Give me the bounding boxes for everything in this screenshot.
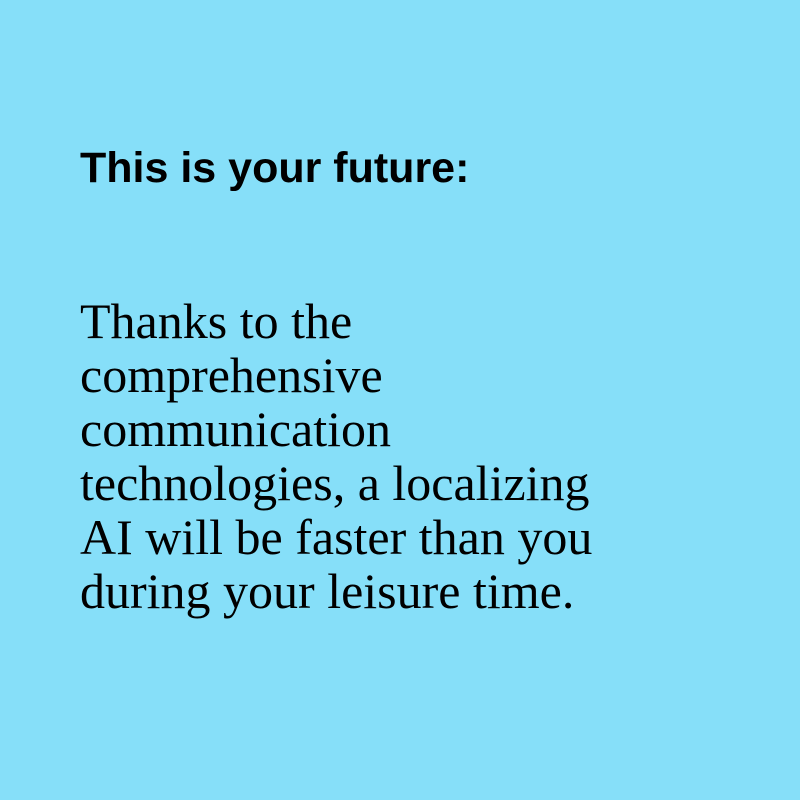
body-line: technologies, a localizing	[80, 455, 590, 511]
body-line: communication	[80, 401, 392, 457]
body-line: comprehensive	[80, 347, 383, 403]
body-line: during your leisure time.	[80, 563, 575, 619]
body-line: AI will be faster than you	[80, 509, 593, 565]
body-text: Thanks to the comprehensive communicatio…	[80, 294, 592, 618]
quote-card: This is your future: Thanks to the compr…	[0, 0, 800, 800]
body-line: Thanks to the	[80, 293, 353, 349]
heading: This is your future:	[80, 144, 470, 192]
